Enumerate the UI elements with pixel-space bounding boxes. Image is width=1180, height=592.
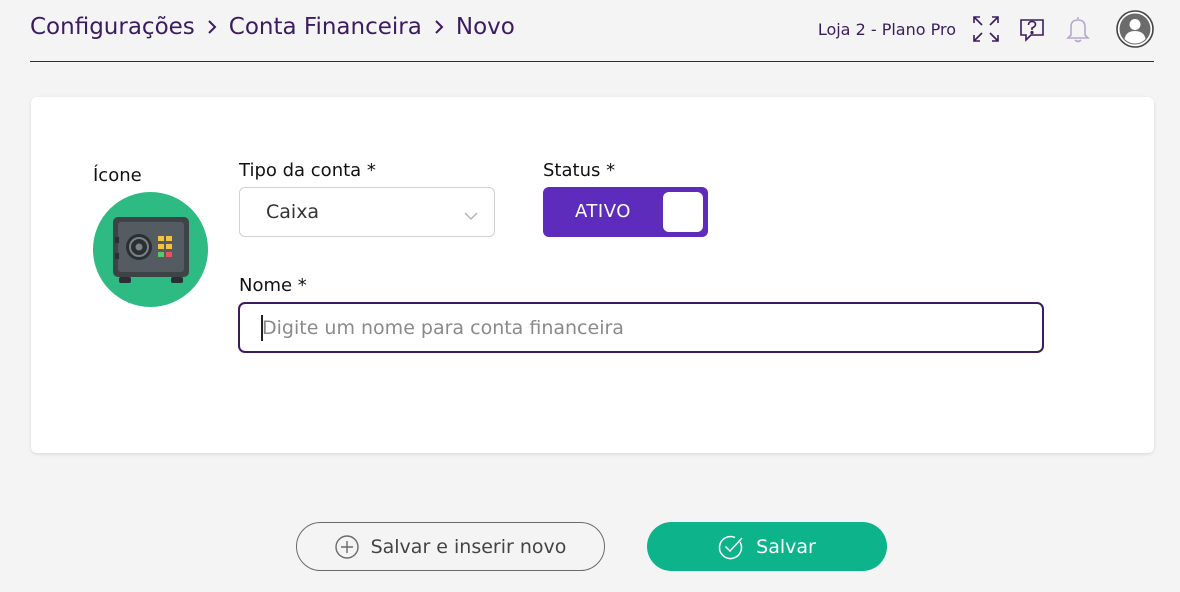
breadcrumb-item-financial-account[interactable]: Conta Financeira — [229, 14, 422, 40]
breadcrumb-item-settings[interactable]: Configurações — [30, 14, 195, 40]
chevron-down-icon — [464, 206, 478, 225]
breadcrumb-item-new: Novo — [455, 14, 515, 40]
status-toggle[interactable]: ATIVO — [543, 187, 708, 237]
chevron-right-icon — [207, 19, 217, 35]
status-toggle-text: ATIVO — [575, 201, 631, 222]
account-icon-picker[interactable] — [93, 192, 208, 307]
top-header: Configurações Conta Financeira Novo Loja… — [30, 0, 1154, 62]
icon-label: Ícone — [93, 165, 142, 186]
header-actions: Loja 2 - Plano Pro — [818, 10, 1154, 48]
status-toggle-knob — [663, 192, 703, 232]
fullscreen-icon[interactable] — [970, 13, 1002, 45]
account-type-value: Caixa — [266, 201, 320, 223]
user-avatar-icon[interactable] — [1116, 10, 1154, 48]
safe-icon — [112, 216, 189, 283]
save-and-new-button[interactable]: Salvar e inserir novo — [296, 522, 605, 571]
name-label: Nome * — [239, 275, 307, 296]
breadcrumb: Configurações Conta Financeira Novo — [30, 14, 515, 40]
chevron-right-icon — [434, 19, 444, 35]
status-label: Status * — [543, 160, 616, 181]
store-plan-label[interactable]: Loja 2 - Plano Pro — [818, 20, 956, 39]
bell-icon[interactable] — [1062, 13, 1094, 45]
name-input[interactable] — [238, 302, 1044, 353]
plus-circle-icon — [334, 534, 359, 559]
save-label: Salvar — [756, 535, 816, 558]
account-type-label: Tipo da conta * — [239, 160, 376, 181]
save-and-new-label: Salvar e inserir novo — [370, 535, 567, 558]
text-cursor — [261, 315, 263, 341]
save-button[interactable]: Salvar — [647, 522, 887, 571]
account-type-select[interactable]: Caixa — [239, 187, 495, 237]
check-circle-icon — [718, 534, 744, 560]
help-chat-icon[interactable] — [1016, 13, 1048, 45]
form-card: Ícone Tipo da conta * Caixa Status * ATI… — [31, 97, 1154, 453]
